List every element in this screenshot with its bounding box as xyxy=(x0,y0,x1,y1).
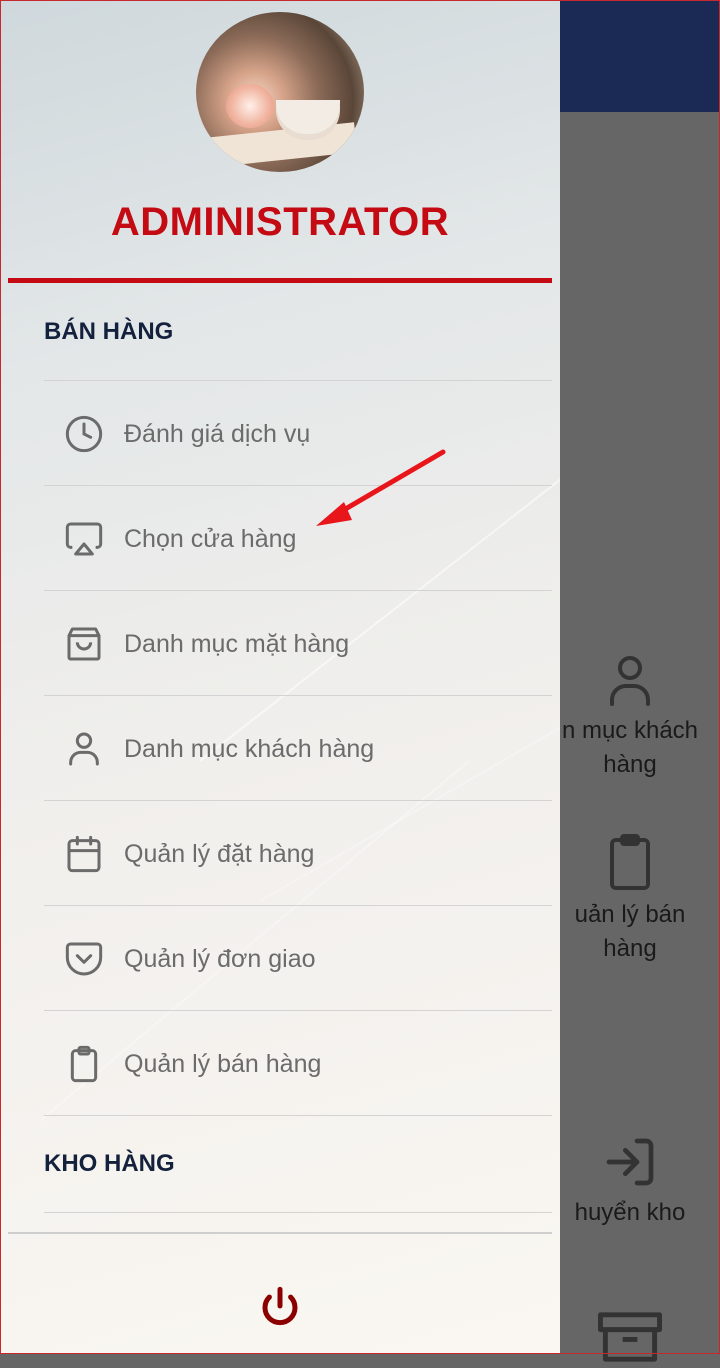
user-icon xyxy=(610,656,650,706)
calendar-icon xyxy=(44,834,124,874)
logout-button[interactable] xyxy=(258,1284,302,1328)
archive-icon xyxy=(598,1312,662,1362)
log-in-icon xyxy=(606,1138,654,1186)
menu-item-label: Quản lý bán hàng xyxy=(124,1049,322,1078)
bg-tile-label: huyển kho xyxy=(574,1199,686,1226)
divider xyxy=(44,485,552,486)
shopping-bag-icon xyxy=(44,624,124,664)
clipboard-icon xyxy=(610,834,650,890)
bg-tile-archive xyxy=(540,1312,720,1368)
bg-tile-customers: n mục khách hàng xyxy=(540,652,720,782)
app-top-bar xyxy=(560,0,720,112)
menu-item-quan-ly-ban-hang[interactable]: Quản lý bán hàng xyxy=(44,1012,552,1116)
menu-item-label: Quản lý đặt hàng xyxy=(124,839,315,868)
menu-item-label: Quản lý đơn giao xyxy=(124,944,316,973)
header-divider xyxy=(8,278,552,283)
user-icon xyxy=(44,729,124,769)
menu-item-quan-ly-don-giao[interactable]: Quản lý đơn giao xyxy=(44,907,552,1011)
bg-tile-label: uản lý bán hàng xyxy=(574,901,686,962)
section-kho-hang: KHO HÀNG xyxy=(44,1150,175,1177)
menu-item-label: Chọn cửa hàng xyxy=(124,524,297,553)
menu-item-label: Danh mục khách hàng xyxy=(124,734,375,763)
divider xyxy=(44,1212,552,1213)
menu-item-label: Danh mục mặt hàng xyxy=(124,629,350,658)
divider xyxy=(44,800,552,801)
menu-item-danh-gia-dich-vu[interactable]: Đánh giá dịch vụ xyxy=(44,382,552,486)
airplay-icon xyxy=(44,519,124,559)
bg-tile-transfer: huyển kho xyxy=(540,1134,720,1230)
user-title: ADMINISTRATOR xyxy=(110,200,450,244)
menu-item-label: Đánh giá dịch vụ xyxy=(124,419,311,448)
menu-item-danh-muc-khach-hang[interactable]: Danh mục khách hàng xyxy=(44,697,552,801)
pocket-icon xyxy=(44,939,124,979)
menu-item-quan-ly-dat-hang[interactable]: Quản lý đặt hàng xyxy=(44,802,552,906)
menu-item-danh-muc-mat-hang[interactable]: Danh mục mặt hàng xyxy=(44,592,552,696)
divider xyxy=(44,1010,552,1011)
footer-divider xyxy=(8,1232,552,1234)
bg-tile-label: n mục khách hàng xyxy=(561,717,699,778)
power-icon xyxy=(262,1286,298,1326)
clipboard-icon xyxy=(44,1044,124,1084)
section-ban-hang: BÁN HÀNG xyxy=(44,318,174,345)
divider xyxy=(44,590,552,591)
menu-item-chon-cua-hang[interactable]: Chọn cửa hàng xyxy=(44,487,552,591)
divider xyxy=(44,380,552,381)
divider xyxy=(44,695,552,696)
divider xyxy=(44,1115,552,1116)
clock-icon xyxy=(44,414,124,454)
divider xyxy=(44,905,552,906)
navigation-drawer: ADMINISTRATOR BÁN HÀNG Đánh giá dịch vụ … xyxy=(0,0,560,1354)
avatar xyxy=(196,12,364,172)
bg-tile-sales: uản lý bán hàng xyxy=(540,832,720,966)
